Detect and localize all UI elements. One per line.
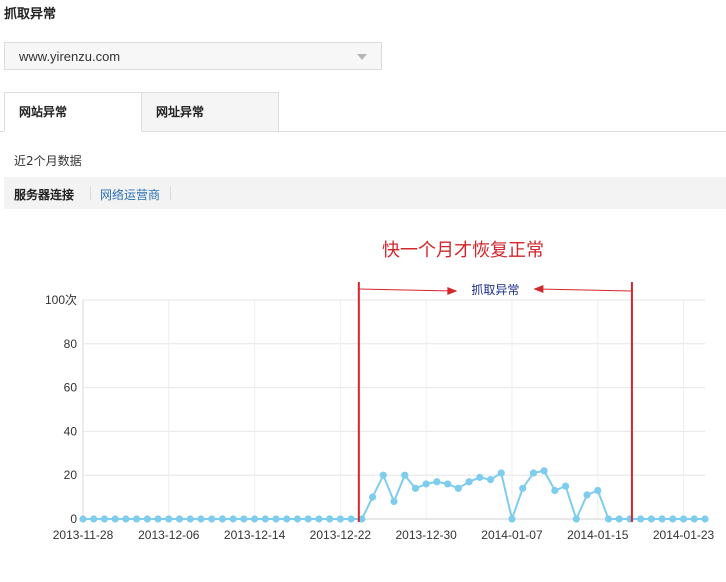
data-point bbox=[690, 515, 698, 523]
data-point bbox=[347, 515, 355, 523]
data-point bbox=[229, 515, 237, 523]
y-axis-labels: 0 20 40 60 80 100次 bbox=[45, 293, 77, 526]
data-point bbox=[594, 486, 602, 495]
data-point bbox=[90, 515, 98, 523]
data-point bbox=[250, 515, 259, 523]
arrow-left-head bbox=[447, 287, 458, 295]
data-point bbox=[411, 484, 420, 492]
x-tick-label: 2013-12-06 bbox=[138, 528, 200, 542]
data-point bbox=[368, 493, 377, 501]
data-point bbox=[240, 515, 248, 523]
data-point bbox=[143, 515, 151, 523]
data-point bbox=[701, 515, 709, 523]
data-point bbox=[658, 515, 666, 523]
x-tick-label: 2013-12-14 bbox=[224, 528, 286, 542]
data-point bbox=[379, 471, 387, 479]
data-point bbox=[401, 471, 409, 479]
data-point bbox=[561, 482, 570, 490]
data-point bbox=[304, 515, 312, 523]
data-point bbox=[572, 515, 580, 523]
data-point bbox=[476, 473, 484, 481]
x-tick-label: 2014-01-23 bbox=[653, 528, 715, 542]
data-point bbox=[669, 515, 677, 523]
y-tick-label: 0 bbox=[70, 512, 77, 526]
tab-site-errors[interactable]: 网站异常 bbox=[4, 92, 142, 132]
data-point bbox=[508, 515, 516, 523]
data-point bbox=[497, 469, 505, 477]
data-point bbox=[604, 515, 613, 523]
y-tick-label: 20 bbox=[64, 468, 78, 482]
data-point bbox=[454, 484, 462, 492]
data-point bbox=[261, 515, 269, 523]
arrow-right-shaft bbox=[537, 288, 632, 292]
data-point bbox=[315, 515, 323, 523]
data-point bbox=[433, 478, 441, 486]
data-point bbox=[283, 515, 291, 523]
data-point bbox=[390, 497, 398, 506]
data-point bbox=[111, 515, 119, 523]
x-tick-label: 2014-01-07 bbox=[481, 528, 543, 542]
data-point bbox=[444, 480, 452, 488]
y-tick-label: 100次 bbox=[45, 293, 77, 307]
y-tick-label: 60 bbox=[64, 381, 78, 395]
data-point bbox=[486, 475, 495, 484]
data-point bbox=[465, 478, 473, 486]
x-tick-label: 2013-12-30 bbox=[395, 528, 457, 542]
y-tick-label: 40 bbox=[64, 424, 78, 438]
data-point bbox=[647, 515, 655, 523]
data-point bbox=[519, 484, 527, 492]
data-point bbox=[186, 515, 194, 523]
chart-grid bbox=[82, 299, 705, 519]
data-point bbox=[272, 515, 280, 523]
data-point bbox=[165, 515, 173, 523]
data-point bbox=[583, 491, 591, 499]
data-point bbox=[679, 515, 688, 523]
x-tick-label: 2013-12-22 bbox=[310, 528, 372, 542]
y-tick-label: 80 bbox=[64, 337, 78, 351]
arrow-right-head bbox=[533, 285, 544, 293]
data-point bbox=[637, 515, 645, 523]
annotation-bracket-label: 抓取异常 bbox=[471, 283, 519, 297]
data-point bbox=[615, 515, 623, 523]
data-point bbox=[79, 515, 87, 523]
data-point bbox=[197, 515, 205, 523]
data-point bbox=[336, 515, 344, 523]
data-point bbox=[208, 515, 216, 523]
data-point bbox=[551, 486, 559, 495]
data-point bbox=[100, 515, 109, 523]
data-point bbox=[175, 515, 184, 523]
arrow-left-shaft bbox=[358, 288, 454, 292]
data-point bbox=[154, 515, 162, 523]
x-axis-labels: 2013-11-28 2013-12-06 2013-12-14 2013-12-22… bbox=[53, 528, 715, 542]
data-point bbox=[529, 469, 538, 477]
crawl-error-chart: 020406080100次 2013-11-28 2013-12-06 2013-1… bbox=[45, 282, 715, 542]
data-point bbox=[133, 515, 141, 523]
series-line bbox=[83, 469, 705, 523]
chart-axis bbox=[82, 300, 705, 520]
x-tick-label: 2013-11-28 bbox=[53, 528, 114, 542]
data-point bbox=[122, 515, 130, 523]
data-point bbox=[293, 515, 302, 523]
data-point bbox=[422, 480, 430, 488]
data-point bbox=[540, 467, 548, 475]
data-point bbox=[218, 515, 227, 523]
x-tick-label: 2014-01-15 bbox=[567, 528, 629, 542]
data-point bbox=[326, 515, 334, 523]
